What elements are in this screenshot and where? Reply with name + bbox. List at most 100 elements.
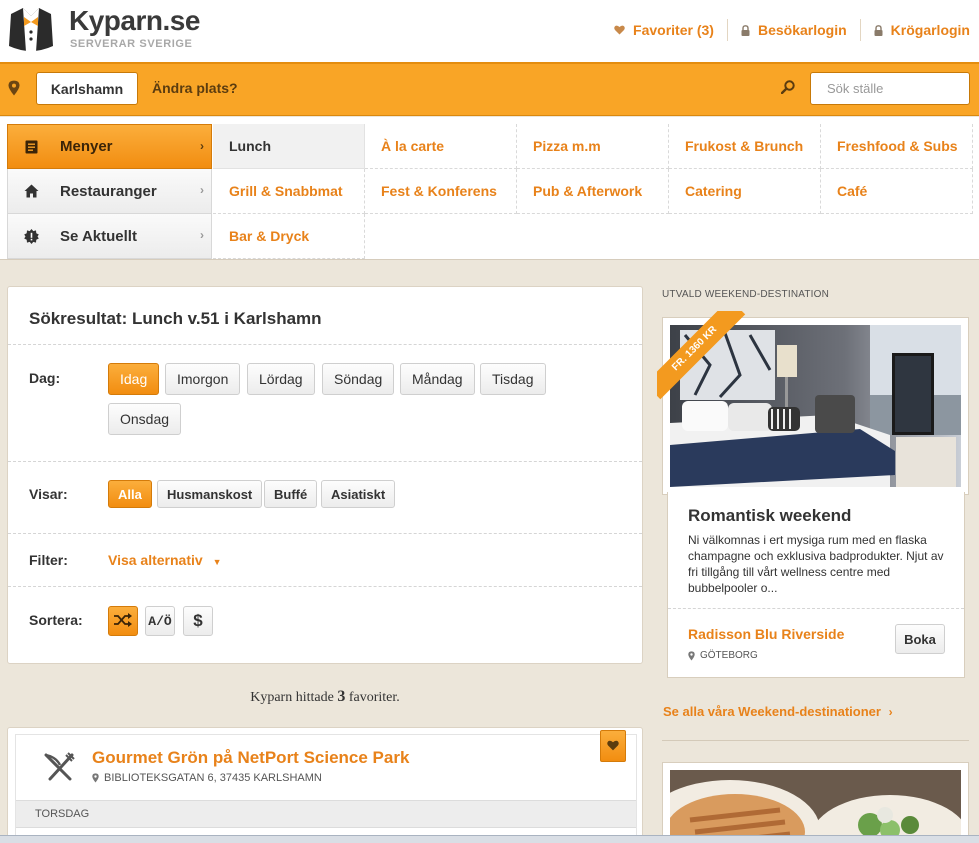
show-options-dropdown[interactable]: Visa alternativ ▼ xyxy=(108,552,222,568)
owner-login-label: Krögarlogin xyxy=(890,22,970,38)
filter-label: Filter: xyxy=(29,552,68,568)
day-chip-tomorrow[interactable]: Imorgon xyxy=(165,363,241,395)
favorites-link[interactable]: Favoriter (3) xyxy=(601,18,727,42)
account-links: Favoriter (3) Besökarlogin Krögarlogin xyxy=(601,18,970,42)
results-count: 3 xyxy=(337,688,346,705)
lock-icon xyxy=(874,24,883,36)
day-chip-monday[interactable]: Måndag xyxy=(400,363,475,395)
book-button[interactable]: Boka xyxy=(895,624,945,654)
cutlery-icon xyxy=(42,751,76,786)
featured-section-label: UTVALD WEEKEND-DESTINATION xyxy=(662,289,830,300)
owner-login-link[interactable]: Krögarlogin xyxy=(861,18,970,42)
heart-icon xyxy=(607,739,619,754)
home-icon xyxy=(22,184,40,198)
show-label: Visar: xyxy=(29,486,68,502)
featured-offer-card: Romantisk weekend Ni välkomnas i ert mys… xyxy=(667,492,965,678)
chevron-right-icon: › xyxy=(200,139,204,153)
day-chip-tuesday[interactable]: Tisdag xyxy=(480,363,546,395)
logo-title[interactable]: Kyparn.se xyxy=(69,5,200,37)
divider xyxy=(662,740,969,741)
offer-title[interactable]: Romantisk weekend xyxy=(688,506,851,526)
second-promo-frame[interactable] xyxy=(662,762,969,843)
type-chip-all[interactable]: Alla xyxy=(108,480,152,508)
hotel-city: GÖTEBORG xyxy=(688,650,758,661)
current-city-button[interactable]: Karlshamn xyxy=(36,72,138,105)
day-chip-wednesday[interactable]: Onsdag xyxy=(108,403,182,435)
chevron-right-icon: › xyxy=(200,183,204,197)
divider xyxy=(8,344,642,345)
category-pizza[interactable]: Pizza m.m xyxy=(517,124,669,169)
category-breakfast-brunch[interactable]: Frukost & Brunch xyxy=(669,124,821,169)
category-party-conference[interactable]: Fest & Konferens xyxy=(365,169,517,214)
main-nav: Menyer › Restauranger › Se Aktuellt › xyxy=(7,124,212,259)
category-bar-drinks[interactable]: Bar & Dryck xyxy=(213,214,365,259)
location-bar: Karlshamn Ändra plats? xyxy=(0,62,979,116)
chevron-right-icon: › xyxy=(888,705,893,719)
page-title: Sökresultat: Lunch v.51 i Karlshamn xyxy=(29,309,322,328)
show-options-label: Visa alternativ xyxy=(108,552,203,568)
nav-item-menus[interactable]: Menyer › xyxy=(7,124,212,169)
category-catering[interactable]: Catering xyxy=(669,169,821,214)
search-results-panel: Sökresultat: Lunch v.51 i Karlshamn Dag:… xyxy=(7,286,643,664)
sort-price-button[interactable]: $ xyxy=(183,606,213,636)
day-label: Dag: xyxy=(29,370,61,386)
alert-badge-icon xyxy=(22,228,40,244)
sort-alphabetical-button[interactable]: A/Ö xyxy=(145,606,175,636)
price-ribbon: FR. 1360 KR xyxy=(657,311,747,401)
day-chip-saturday[interactable]: Lördag xyxy=(247,363,315,395)
category-menu: Menyer › Restauranger › Se Aktuellt › Lu… xyxy=(0,117,979,260)
day-header: TORSDAG xyxy=(16,800,636,828)
sort-random-button[interactable] xyxy=(108,606,138,636)
restaurant-card-inner: Gourmet Grön på NetPort Science Park BIB… xyxy=(15,730,637,843)
visitor-login-link[interactable]: Besökarlogin xyxy=(728,18,860,42)
see-all-label: Se alla våra Weekend-destinationer xyxy=(663,704,881,719)
sort-label: Sortera: xyxy=(29,612,83,628)
results-suffix: favoriter. xyxy=(348,690,400,705)
divider xyxy=(8,461,642,462)
category-lunch[interactable]: Lunch xyxy=(213,124,365,169)
results-prefix: Kyparn hittade xyxy=(250,690,334,705)
visitor-login-label: Besökarlogin xyxy=(757,22,847,38)
category-cafe[interactable]: Café xyxy=(821,169,973,214)
see-all-weekend-link[interactable]: Se alla våra Weekend-destinationer › xyxy=(663,704,893,719)
day-chip-today[interactable]: Idag xyxy=(108,363,160,395)
nav-item-label: Restauranger xyxy=(60,182,157,200)
favorite-toggle[interactable] xyxy=(600,730,626,762)
location-pin-icon xyxy=(92,773,99,783)
location-pin-icon xyxy=(688,650,695,661)
category-freshfood-subs[interactable]: Freshfood & Subs xyxy=(821,124,973,169)
lock-icon xyxy=(741,24,750,36)
heart-icon xyxy=(614,25,625,35)
type-chip-buffet[interactable]: Buffé xyxy=(264,480,318,508)
caret-down-icon: ▼ xyxy=(212,557,222,567)
hotel-name-link[interactable]: Radisson Blu Riverside xyxy=(688,626,844,642)
type-chip-asian[interactable]: Asiatiskt xyxy=(321,480,396,508)
restaurant-card: Gourmet Grön på NetPort Science Park BIB… xyxy=(7,727,643,843)
results-summary: Kyparn hittade 3 favoriter. xyxy=(0,688,650,706)
search-icon[interactable] xyxy=(780,80,795,97)
divider xyxy=(8,586,642,587)
location-pin-icon xyxy=(8,80,20,99)
logo-tagline: SERVERAR SVERIGE xyxy=(70,38,193,50)
featured-image-frame[interactable]: FR. 1360 KR xyxy=(657,311,969,495)
type-chip-home-cooking[interactable]: Husmanskost xyxy=(157,480,263,508)
address-text: BIBLIOTEKSGATAN 6, 37435 KARLSHAMN xyxy=(104,772,322,784)
nav-item-news[interactable]: Se Aktuellt › xyxy=(7,214,212,259)
category-pub-afterwork[interactable]: Pub & Afterwork xyxy=(517,169,669,214)
food-image xyxy=(670,770,961,843)
menu-book-icon xyxy=(22,140,40,154)
category-a-la-carte[interactable]: À la carte xyxy=(365,124,517,169)
tuxedo-logo-icon[interactable] xyxy=(5,6,57,54)
category-grill[interactable]: Grill & Snabbmat xyxy=(213,169,365,214)
price-ribbon-text: FR. 1360 KR xyxy=(657,311,746,400)
restaurant-name-link[interactable]: Gourmet Grön på NetPort Science Park xyxy=(92,748,409,768)
nav-item-label: Menyer xyxy=(60,138,113,155)
chevron-right-icon: › xyxy=(200,228,204,242)
nav-item-restaurants[interactable]: Restauranger › xyxy=(7,169,212,214)
day-chip-sunday[interactable]: Söndag xyxy=(322,363,395,395)
divider xyxy=(668,608,964,609)
nav-item-label: Se Aktuellt xyxy=(60,227,137,245)
change-place-link[interactable]: Ändra plats? xyxy=(152,80,238,96)
place-search-input[interactable] xyxy=(810,72,970,105)
favorites-label: Favoriter (3) xyxy=(633,22,714,38)
